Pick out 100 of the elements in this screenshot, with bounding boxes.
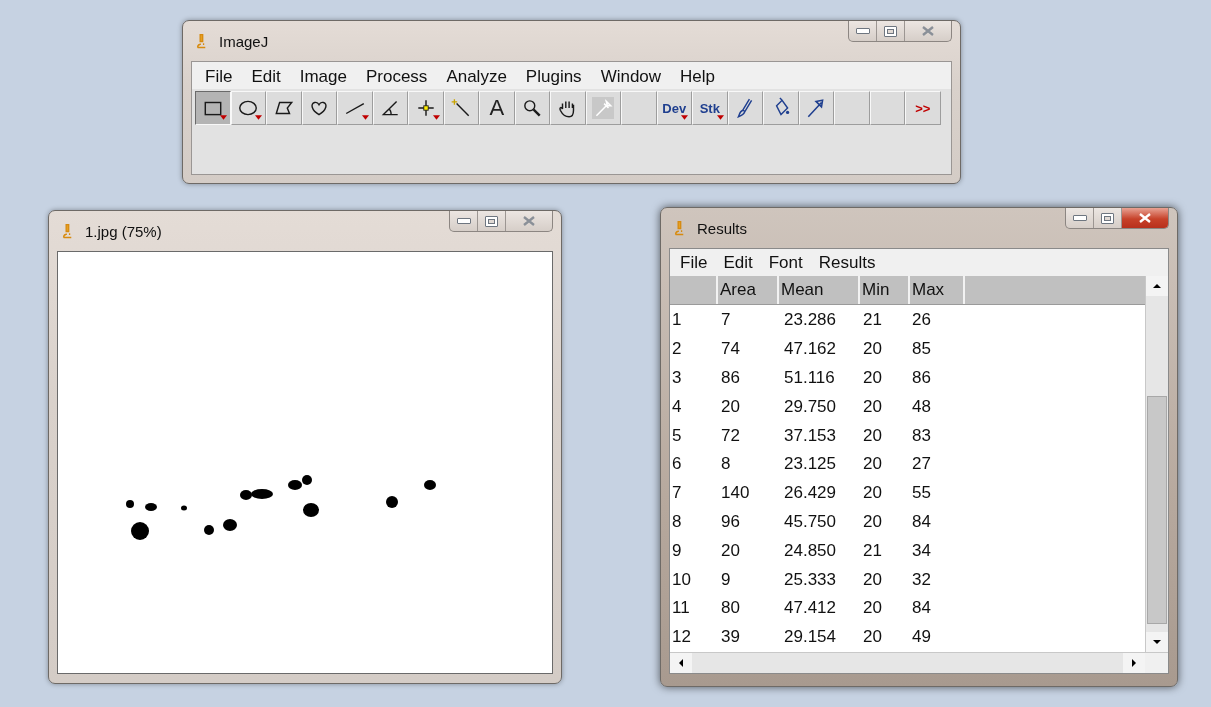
table-cell-text: 20 (720, 396, 741, 417)
menu-item[interactable]: Process (352, 66, 434, 87)
table-cell-text: 20 (862, 368, 883, 388)
table-cell-text: 8 (720, 454, 732, 475)
window-title: 1.jpg (75%) (85, 222, 162, 240)
table-cell-text: 32 (911, 569, 932, 590)
table-cell-text: 20 (862, 483, 883, 504)
row-number: 4 (671, 396, 683, 417)
table-cell-text: 96 (720, 511, 741, 532)
table-cell-text: 45.750 (783, 511, 837, 532)
menu-item[interactable]: Edit (713, 252, 753, 273)
tool-button[interactable] (195, 91, 231, 125)
horizontal-scrollbar[interactable] (670, 653, 1145, 673)
tool-button[interactable]: A (479, 91, 515, 125)
scroll-right-icon[interactable] (1123, 653, 1145, 673)
table-cell-text: 49 (911, 627, 932, 648)
menu-item[interactable]: Image (286, 66, 353, 87)
scroll-thumb[interactable] (1147, 396, 1167, 624)
table-cell-text: 20 (862, 511, 883, 532)
table-cell-text: 21 (862, 540, 883, 561)
table-cell-text: 25.333 (783, 569, 837, 590)
table-cell-text: 85 (911, 339, 932, 360)
menu-item[interactable]: File (670, 252, 708, 273)
column-header[interactable]: Min (860, 276, 910, 304)
table-cell-text: 21 (862, 310, 883, 331)
eyedropper-icon (592, 97, 615, 119)
table-cell-text: 74 (720, 339, 741, 360)
window-title: ImageJ (219, 32, 269, 50)
table-cell-text: 20 (720, 540, 741, 561)
table-cell-text: 84 (911, 598, 932, 619)
menu-item[interactable]: Help (667, 66, 722, 87)
table-cell-text: 29.154 (783, 627, 837, 648)
table-cell-text: 23.125 (783, 454, 837, 475)
menu-item[interactable]: File (192, 66, 239, 87)
table-cell-text: 84 (911, 511, 932, 532)
table-cell-text: 47.412 (783, 598, 837, 619)
row-number: 9 (671, 540, 683, 561)
table-cell-text: 27 (911, 454, 932, 475)
menu-item[interactable]: Results (808, 252, 876, 273)
table-cell-text: 20 (862, 627, 883, 648)
close-icon (522, 216, 536, 226)
row-number: 2 (671, 339, 683, 360)
table-cell-text: 55 (911, 483, 932, 504)
table-cell-text: 24.850 (783, 540, 837, 561)
menu-item[interactable]: Window (587, 66, 668, 87)
row-number: 3 (671, 368, 683, 388)
table-cell-text: 29.750 (783, 396, 837, 417)
row-number: 8 (671, 511, 683, 532)
table-cell-text: 39 (720, 627, 741, 648)
close-icon (921, 26, 935, 36)
table-cell-text: 83 (911, 425, 932, 446)
row-number: 5 (671, 425, 683, 446)
close-icon (1138, 213, 1152, 223)
scroll-left-icon[interactable] (670, 653, 692, 673)
row-number: 10 (671, 569, 692, 590)
tool-button[interactable]: >> (905, 91, 941, 125)
vertical-scrollbar[interactable] (1145, 276, 1168, 652)
table-cell-text: 20 (862, 396, 883, 417)
row-number: 1 (671, 310, 683, 331)
table-cell-text: 80 (720, 598, 741, 619)
table-cell-text: 23.286 (783, 310, 837, 331)
column-header[interactable]: Area (718, 276, 779, 304)
table-cell-text: 20 (862, 569, 883, 590)
table-cell-text: 20 (862, 454, 883, 475)
table-cell-text: 20 (862, 425, 883, 446)
table-cell-text: 37.153 (783, 425, 837, 446)
table-cell-text: 20 (862, 339, 883, 360)
scrollbar-corner (1145, 653, 1168, 673)
scroll-down-icon[interactable] (1146, 632, 1168, 652)
row-number: 11 (671, 598, 691, 619)
row-number: 7 (671, 483, 683, 504)
table-cell-text: 140 (720, 483, 751, 504)
scroll-up-icon[interactable] (1146, 276, 1168, 296)
table-cell-text: 51.116 (783, 368, 836, 388)
menu-item[interactable]: Plugins (512, 66, 588, 87)
row-number: 12 (671, 627, 692, 648)
table-cell-text: 86 (911, 368, 932, 388)
close-button[interactable] (1122, 208, 1168, 228)
table-cell-text: 72 (720, 425, 741, 446)
microscope-icon (61, 222, 73, 240)
column-header[interactable]: Max (910, 276, 965, 304)
tool-button[interactable]: Dev (656, 91, 692, 125)
menu-item[interactable]: Analyze (433, 66, 513, 87)
table-cell-text: 26 (911, 310, 932, 331)
menu-item[interactable]: Font (758, 252, 803, 273)
table-cell-text: 26.429 (783, 483, 837, 504)
table-cell-text: 7 (720, 310, 732, 331)
window-title: Results (697, 219, 748, 237)
microscope-icon (195, 32, 207, 50)
table-cell-text: 47.162 (783, 339, 837, 360)
tool-button[interactable]: Stk (692, 91, 728, 125)
table-cell-text: 48 (911, 396, 932, 417)
menu-item[interactable]: Edit (238, 66, 287, 87)
table-cell-text: 9 (720, 569, 732, 590)
row-number: 6 (671, 454, 683, 475)
microscope-icon (673, 219, 685, 237)
table-cell-text: 86 (720, 368, 741, 388)
table-cell-text: 20 (862, 598, 883, 619)
column-header[interactable]: Mean (779, 276, 860, 304)
table-cell-text: 34 (911, 540, 932, 561)
